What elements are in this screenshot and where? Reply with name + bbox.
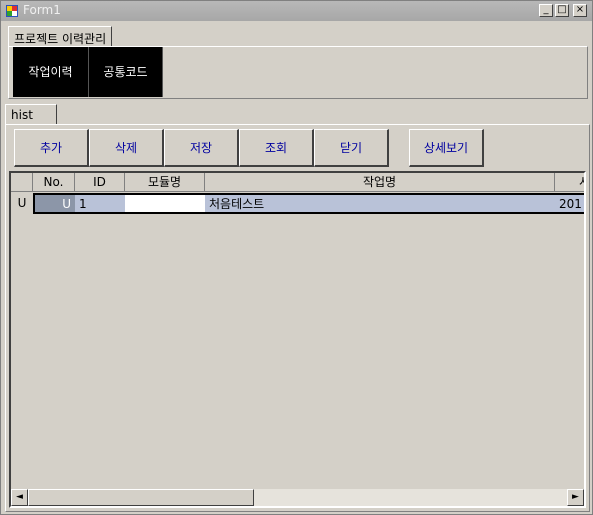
minimize-button[interactable]: _ xyxy=(539,4,553,17)
scroll-left-icon[interactable]: ◄ xyxy=(11,489,28,506)
save-button[interactable]: 저장 xyxy=(164,129,239,167)
query-button[interactable]: 조회 xyxy=(239,129,314,167)
column-header-no[interactable]: No. xyxy=(33,173,75,192)
close-button[interactable]: × xyxy=(573,4,587,17)
cell-extra[interactable]: 201 xyxy=(555,195,584,212)
row-header-corner xyxy=(11,173,33,192)
cell-id[interactable]: 1 xyxy=(75,195,125,212)
horizontal-scrollbar[interactable]: ◄ ► xyxy=(11,489,584,506)
tab-hist[interactable]: hist xyxy=(5,104,57,124)
main-window: Form1 _ □ × 프로젝트 이력관리 작업이력 공통코드 hist 추가 … xyxy=(0,0,593,515)
cell-no[interactable]: U xyxy=(35,195,75,212)
row-indicator[interactable]: U xyxy=(11,194,33,213)
tab-project-history[interactable]: 프로젝트 이력관리 xyxy=(8,26,113,46)
detail-view-button[interactable]: 상세보기 xyxy=(409,129,484,167)
toolbar: 추가 삭제 저장 조회 닫기 상세보기 xyxy=(12,129,582,169)
window-title: Form1 xyxy=(23,3,61,17)
cell-task[interactable]: 처음테스트 xyxy=(205,195,555,212)
column-header-module[interactable]: 모듈명 xyxy=(125,173,205,192)
nav-button-common-code[interactable]: 공통코드 xyxy=(89,47,163,97)
nav-panel: 작업이력 공통코드 xyxy=(8,46,588,99)
nav-button-work-history[interactable]: 작업이력 xyxy=(13,47,89,97)
column-header-id[interactable]: ID xyxy=(75,173,125,192)
close-form-button[interactable]: 닫기 xyxy=(314,129,389,167)
delete-button[interactable]: 삭제 xyxy=(89,129,164,167)
cell-module[interactable] xyxy=(125,195,205,212)
scroll-thumb[interactable] xyxy=(28,489,254,506)
column-header-extra[interactable]: 시 xyxy=(555,173,584,192)
app-icon xyxy=(6,5,18,17)
scroll-right-icon[interactable]: ► xyxy=(567,489,584,506)
add-button[interactable]: 추가 xyxy=(14,129,89,167)
column-header-task[interactable]: 작업명 xyxy=(205,173,555,192)
title-bar[interactable]: Form1 _ □ × xyxy=(1,1,592,21)
data-grid[interactable]: No. ID 모듈명 작업명 시 U U 1 처음테스트 201 ◄ ► xyxy=(9,171,586,508)
maximize-button[interactable]: □ xyxy=(555,4,569,17)
